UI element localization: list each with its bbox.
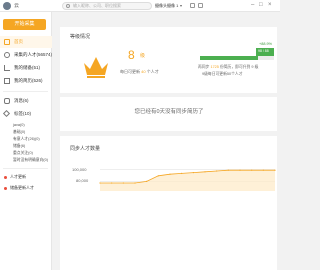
chart-point (99, 182, 101, 184)
chart-point (251, 169, 253, 171)
chart-point (239, 169, 241, 171)
chart-point (262, 169, 264, 171)
chart-point (169, 173, 171, 175)
chart-point (204, 171, 206, 173)
chart-point (274, 169, 276, 171)
sync-chart (99, 169, 276, 191)
chart-point (157, 175, 159, 177)
chart-point (122, 182, 124, 184)
chart-point (227, 169, 229, 171)
chart-point (216, 170, 218, 172)
chart-point (111, 182, 113, 184)
chart-point (134, 182, 136, 184)
chart-point (181, 172, 183, 174)
chart-point (146, 180, 148, 182)
chart-point (192, 172, 194, 174)
